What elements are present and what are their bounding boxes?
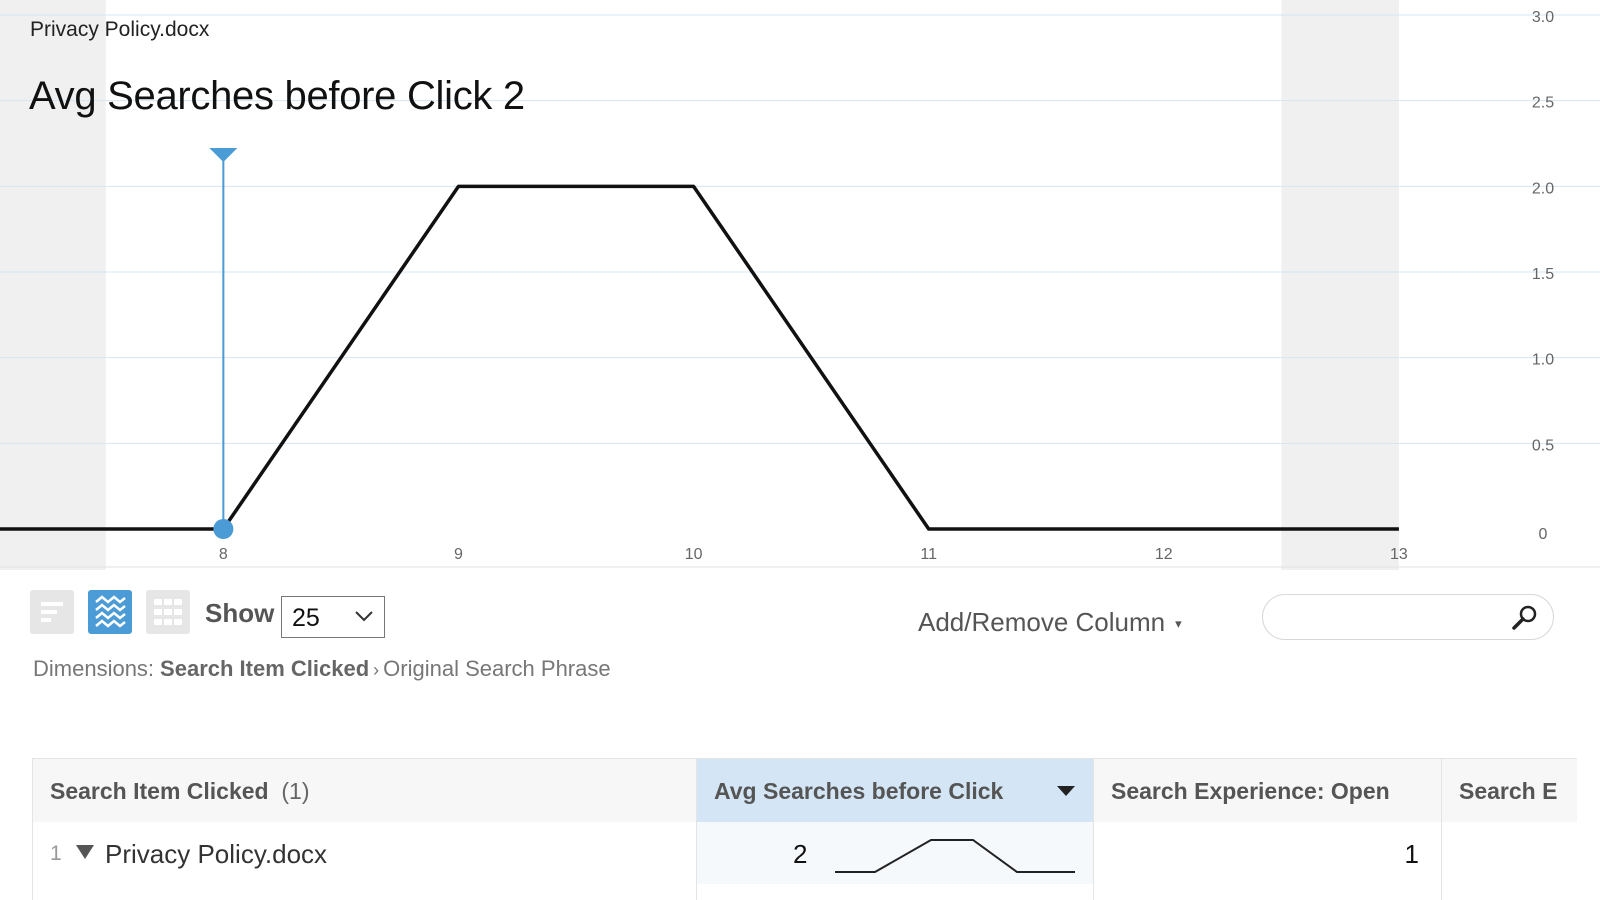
- table-search[interactable]: [1262, 594, 1554, 640]
- report-table: Search Item Clicked (1) Avg Searches bef…: [32, 758, 1577, 900]
- search-input[interactable]: [1279, 603, 1503, 633]
- avg-searches-value: 2: [793, 839, 808, 869]
- search-experience-open-cell: 1: [1094, 822, 1442, 884]
- document-title: Privacy Policy.docx: [30, 18, 210, 41]
- column-label: Avg Searches before Click: [714, 778, 1004, 804]
- empty-cell: [32, 884, 697, 900]
- column-header-search-e[interactable]: Search E: [1442, 759, 1577, 823]
- x-tick-label: 12: [1155, 546, 1173, 563]
- item-name-link[interactable]: Privacy Policy.docx: [105, 839, 327, 870]
- trend-view-icon: [95, 595, 126, 628]
- rows-per-page-select[interactable]: 25: [281, 596, 385, 638]
- date-marker-handle: [209, 148, 238, 162]
- x-tick-label: 9: [454, 546, 463, 563]
- y-tick-label: 0: [1539, 526, 1548, 543]
- grid-view-icon: [154, 599, 182, 625]
- column-label: Search Item Clicked: [50, 778, 269, 804]
- dimension-secondary-link[interactable]: Original Search Phrase: [383, 656, 610, 681]
- y-tick-label: 3.0: [1532, 9, 1554, 26]
- x-tick-label: 13: [1390, 546, 1408, 563]
- trend-chart: 0 0.5 1.0 1.5 2.0 2.5 3.0 8 9 10 11 12 13 Privacy Po…: [0, 0, 1600, 570]
- ranked-view-icon: [41, 602, 63, 622]
- metric-title: Avg Searches before Click 2: [29, 74, 525, 118]
- table-header-row: Search Item Clicked (1) Avg Searches bef…: [32, 758, 1577, 824]
- empty-cell: [697, 884, 1094, 900]
- sort-descending-icon[interactable]: [1055, 784, 1077, 798]
- ranked-view-button[interactable]: [30, 590, 74, 634]
- x-tick-label: 11: [920, 546, 937, 563]
- rows-per-page-value: 25: [292, 604, 320, 632]
- avg-searches-cell: 2: [697, 822, 1094, 884]
- dimension-primary-link[interactable]: Search Item Clicked: [160, 656, 369, 681]
- search-icon[interactable]: [1509, 603, 1539, 633]
- add-remove-column-label: Add/Remove Column: [918, 607, 1166, 637]
- breadcrumb-separator: ›: [373, 660, 380, 680]
- grid-view-button[interactable]: [146, 590, 190, 634]
- x-tick-label: 10: [685, 546, 703, 563]
- chart-shade-right: [1281, 0, 1399, 570]
- x-tick-label: 8: [219, 546, 228, 563]
- row-rank: 1: [50, 842, 62, 865]
- item-cell: 1 Privacy Policy.docx: [32, 822, 697, 884]
- expand-triangle-icon[interactable]: [75, 843, 95, 861]
- dimensions-label: Dimensions:: [33, 656, 155, 681]
- dimensions-breadcrumb: Dimensions: Search Item Clicked › Original …: [33, 656, 611, 682]
- sparkline: [835, 839, 1075, 873]
- column-label: Search Experience: Open: [1111, 778, 1390, 804]
- report-toolbar: Show 25 Add/Remove Column ▾ Dimensions: Se…: [0, 580, 1600, 690]
- table-row[interactable]: 1 Privacy Policy.docx 2 1: [32, 822, 1577, 885]
- empty-cell: [1094, 884, 1442, 900]
- sparkline-path: [835, 839, 1075, 873]
- add-remove-column-button[interactable]: Add/Remove Column ▾: [918, 607, 1182, 638]
- selected-point: [213, 519, 234, 539]
- search-experience-open-value: 1: [1404, 839, 1419, 869]
- column-header-search-item-clicked[interactable]: Search Item Clicked (1): [32, 759, 697, 823]
- column-header-search-experience-open[interactable]: Search Experience: Open: [1094, 759, 1442, 823]
- y-tick-label: 2.5: [1532, 95, 1554, 112]
- column-count: (1): [281, 778, 310, 804]
- trend-view-button[interactable]: [88, 590, 132, 634]
- empty-cell: [1442, 884, 1577, 900]
- table-row: [32, 884, 1577, 900]
- y-tick-label: 0.5: [1532, 437, 1554, 454]
- y-tick-label: 2.0: [1532, 180, 1554, 197]
- y-tick-label: 1.5: [1532, 266, 1554, 283]
- show-label: Show: [205, 598, 275, 628]
- y-tick-label: 1.0: [1532, 352, 1554, 369]
- chevron-down-icon: [355, 611, 373, 622]
- analytics-page: 0 0.5 1.0 1.5 2.0 2.5 3.0 8 9 10 11 12 13 Privacy Po…: [0, 0, 1600, 900]
- search-e-cell: [1442, 822, 1577, 884]
- column-header-label: Search Item Clicked (1): [50, 778, 310, 805]
- caret-down-icon: ▾: [1175, 616, 1182, 632]
- column-label: Search E: [1459, 778, 1558, 804]
- column-header-avg-searches[interactable]: Avg Searches before Click: [697, 759, 1094, 823]
